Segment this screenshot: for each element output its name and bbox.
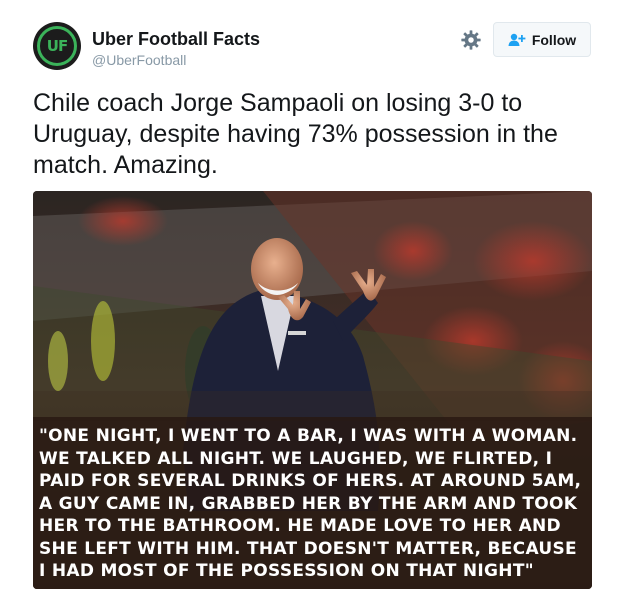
gear-icon[interactable] [460, 29, 482, 51]
quote-overlay-text: "One night, I went to a bar, I was with … [33, 417, 592, 589]
follow-button[interactable]: Follow [493, 22, 591, 57]
avatar-logo-text: UF [46, 37, 68, 55]
avatar[interactable]: UF [33, 22, 81, 70]
follow-label: Follow [531, 31, 577, 48]
tweet-text: Chile coach Jorge Sampaoli on losing 3-0… [33, 89, 558, 179]
add-user-icon [508, 33, 526, 46]
account-name[interactable]: Uber Football Facts [92, 29, 260, 50]
tweet-media-image[interactable]: "One night, I went to a bar, I was with … [33, 191, 592, 589]
avatar-logo: UF [37, 26, 77, 66]
account-handle[interactable]: @UberFootball [92, 52, 186, 68]
